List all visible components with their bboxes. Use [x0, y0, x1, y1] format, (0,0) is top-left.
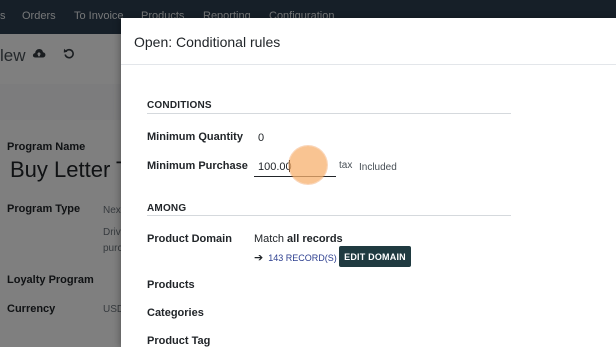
tax-mode-select[interactable]: Included	[359, 162, 397, 173]
tax-label: tax	[339, 160, 353, 171]
dialog-title: Open: Conditional rules	[134, 34, 281, 50]
conditions-section-title: CONDITIONS	[147, 100, 212, 111]
match-scope: all records	[287, 233, 343, 245]
records-count: 143 RECORD(S)	[268, 252, 337, 263]
minimum-purchase-value: 100.00	[258, 161, 292, 173]
conditional-rules-dialog: Open: Conditional rules CONDITIONS Minim…	[121, 18, 616, 347]
dialog-header: Open: Conditional rules	[121, 18, 616, 65]
click-indicator	[289, 146, 327, 184]
match-prefix: Match	[254, 233, 284, 245]
domain-records-link[interactable]: ➔ 143 RECORD(S)	[254, 251, 337, 264]
minimum-quantity-label: Minimum Quantity	[147, 131, 243, 143]
conditions-divider	[147, 113, 511, 114]
among-divider	[147, 215, 511, 216]
domain-match-text: Match all records	[254, 233, 343, 245]
minimum-purchase-label: Minimum Purchase	[147, 160, 248, 172]
arrow-right-icon: ➔	[254, 252, 264, 264]
product-tag-label: Product Tag	[147, 335, 211, 347]
product-domain-label: Product Domain	[147, 233, 232, 245]
among-section-title: AMONG	[147, 203, 187, 214]
minimum-quantity-value[interactable]: 0	[258, 132, 264, 144]
products-label: Products	[147, 279, 195, 291]
categories-label: Categories	[147, 307, 204, 319]
edit-domain-button[interactable]: EDIT DOMAIN	[339, 246, 411, 267]
